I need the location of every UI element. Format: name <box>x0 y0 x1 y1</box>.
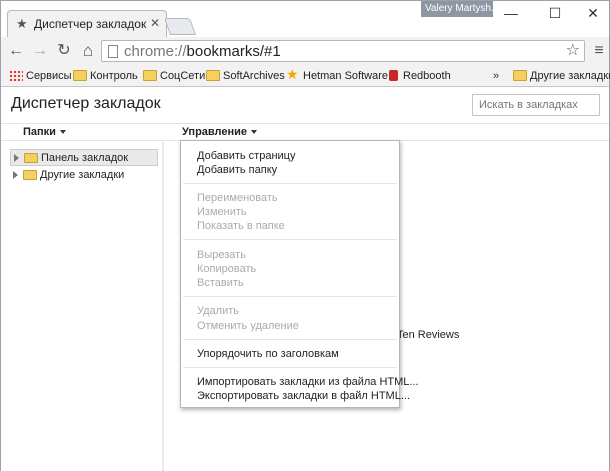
menu-item-paste[interactable]: Вставить <box>197 276 244 290</box>
chevron-down-icon <box>251 130 258 135</box>
tree-item-other-bookmarks[interactable]: Другие закладки <box>10 167 158 184</box>
menu-separator <box>183 296 397 297</box>
page-icon <box>108 45 118 58</box>
folder-icon <box>206 70 220 81</box>
address-bar[interactable]: chrome://bookmarks/#1 ☆ <box>101 40 585 62</box>
organize-dropdown-menu: Добавить страницу Добавить папку Переиме… <box>180 140 419 408</box>
tab-title: Диспетчер закладок <box>34 17 147 31</box>
forward-button[interactable]: → <box>29 40 51 62</box>
menu-separator <box>183 367 397 368</box>
menu-separator <box>183 239 397 240</box>
bookmark-other-bookmarks[interactable]: Другие закладки <box>513 68 610 84</box>
tree-item-label: Панель закладок <box>41 152 129 164</box>
tree-item-label: Другие закладки <box>40 169 125 181</box>
folder-icon <box>513 70 527 81</box>
url-path: bookmarks/#1 <box>186 43 281 60</box>
close-window-button[interactable]: ✕ <box>573 3 610 23</box>
expand-arrow-icon[interactable] <box>13 171 18 179</box>
bookmark-folder-socseti[interactable]: СоцСети <box>143 68 205 84</box>
browser-toolbar: ← → ↻ ⌂ chrome://bookmarks/#1 ☆ ≡ <box>1 37 609 65</box>
tab-bookmark-manager[interactable]: ★ Диспетчер закладок ✕ <box>7 10 167 37</box>
apps-icon <box>9 70 23 81</box>
menu-item-show-in-folder[interactable]: Показать в папке <box>197 219 285 233</box>
search-input[interactable] <box>472 94 600 116</box>
maximize-button[interactable]: ☐ <box>535 3 575 23</box>
menu-item-sort-by-title[interactable]: Упорядочить по заголовкам <box>197 347 339 361</box>
menu-item-delete[interactable]: Удалить <box>197 304 239 318</box>
new-tab-button[interactable] <box>163 18 197 35</box>
menu-item-undo-delete[interactable]: Отменить удаление <box>197 319 299 333</box>
back-button[interactable]: ← <box>5 40 27 62</box>
bookmark-label: Сервисы <box>26 70 72 82</box>
star-icon: ★ <box>286 66 299 82</box>
menu-item-export-html[interactable]: Экспортировать закладки в файл HTML... <box>197 389 410 403</box>
menu-item-add-folder[interactable]: Добавить папку <box>197 163 277 177</box>
bookmark-folder-softarchives[interactable]: SoftArchives <box>206 68 285 84</box>
folder-icon <box>23 170 37 180</box>
menu-separator <box>183 183 397 184</box>
bookmark-label: Контроль <box>90 70 138 82</box>
bookmark-label: Hetman Software <box>303 70 388 82</box>
tree-item-bookmarks-bar[interactable]: Панель закладок <box>10 149 158 166</box>
bookmark-services[interactable]: Сервисы <box>9 68 72 84</box>
menu-item-add-page[interactable]: Добавить страницу <box>197 149 295 163</box>
bookmark-folder-kontrol[interactable]: Контроль <box>73 68 138 84</box>
menu-item-cut[interactable]: Вырезать <box>197 248 246 262</box>
bookmarks-overflow-button[interactable]: » <box>493 68 499 84</box>
browser-window: ★ Диспетчер закладок ✕ Valery Martysh...… <box>0 0 610 471</box>
bookmark-hetman-software[interactable]: ★ Hetman Software <box>286 66 388 84</box>
expand-arrow-icon[interactable] <box>14 154 19 162</box>
profile-badge[interactable]: Valery Martysh... <box>421 1 493 17</box>
menu-item-edit[interactable]: Изменить <box>197 205 247 219</box>
chrome-menu-icon[interactable]: ≡ <box>589 40 609 62</box>
bookmark-label: SoftArchives <box>223 70 285 82</box>
menu-item-copy[interactable]: Копировать <box>197 262 256 276</box>
bookmark-label: Redbooth <box>403 70 451 82</box>
folder-icon <box>24 153 38 163</box>
home-button[interactable]: ⌂ <box>77 40 99 62</box>
chevron-down-icon <box>59 130 66 135</box>
organize-menu-button[interactable]: Управление <box>182 126 258 138</box>
minimize-button[interactable]: — <box>491 3 531 23</box>
folder-icon <box>143 70 157 81</box>
folders-label: Папки <box>23 126 56 138</box>
bookmarks-bar: Сервисы Контроль СоцСети SoftArchives ★ … <box>1 65 610 87</box>
folder-icon <box>73 70 87 81</box>
bookmark-label: Другие закладки <box>530 70 610 82</box>
column-header-bar: Папки Управление <box>1 123 609 141</box>
page-title: Диспетчер закладок <box>11 95 161 112</box>
reload-button[interactable]: ↻ <box>53 40 75 62</box>
menu-item-import-html[interactable]: Импортировать закладки из файла HTML... <box>197 375 419 389</box>
title-bar: ★ Диспетчер закладок ✕ Valery Martysh...… <box>1 1 609 37</box>
bookmark-label: СоцСети <box>160 70 206 82</box>
folder-tree: Панель закладок Другие закладки <box>1 142 164 471</box>
list-item[interactable]: Ten Reviews <box>397 329 459 341</box>
folders-menu-button[interactable]: Папки <box>23 126 66 138</box>
menu-separator <box>183 339 397 340</box>
star-icon: ★ <box>16 16 28 31</box>
menu-item-rename[interactable]: Переименовать <box>197 191 278 205</box>
bookmark-redbooth[interactable]: Redbooth <box>386 68 451 84</box>
tab-close-icon[interactable]: ✕ <box>150 16 160 30</box>
url-text[interactable]: chrome://bookmarks/#1 <box>124 43 281 60</box>
redbooth-icon <box>389 70 398 81</box>
organize-label: Управление <box>182 126 248 138</box>
bookmark-star-icon[interactable]: ☆ <box>566 41 580 61</box>
url-scheme: chrome:// <box>124 43 187 60</box>
